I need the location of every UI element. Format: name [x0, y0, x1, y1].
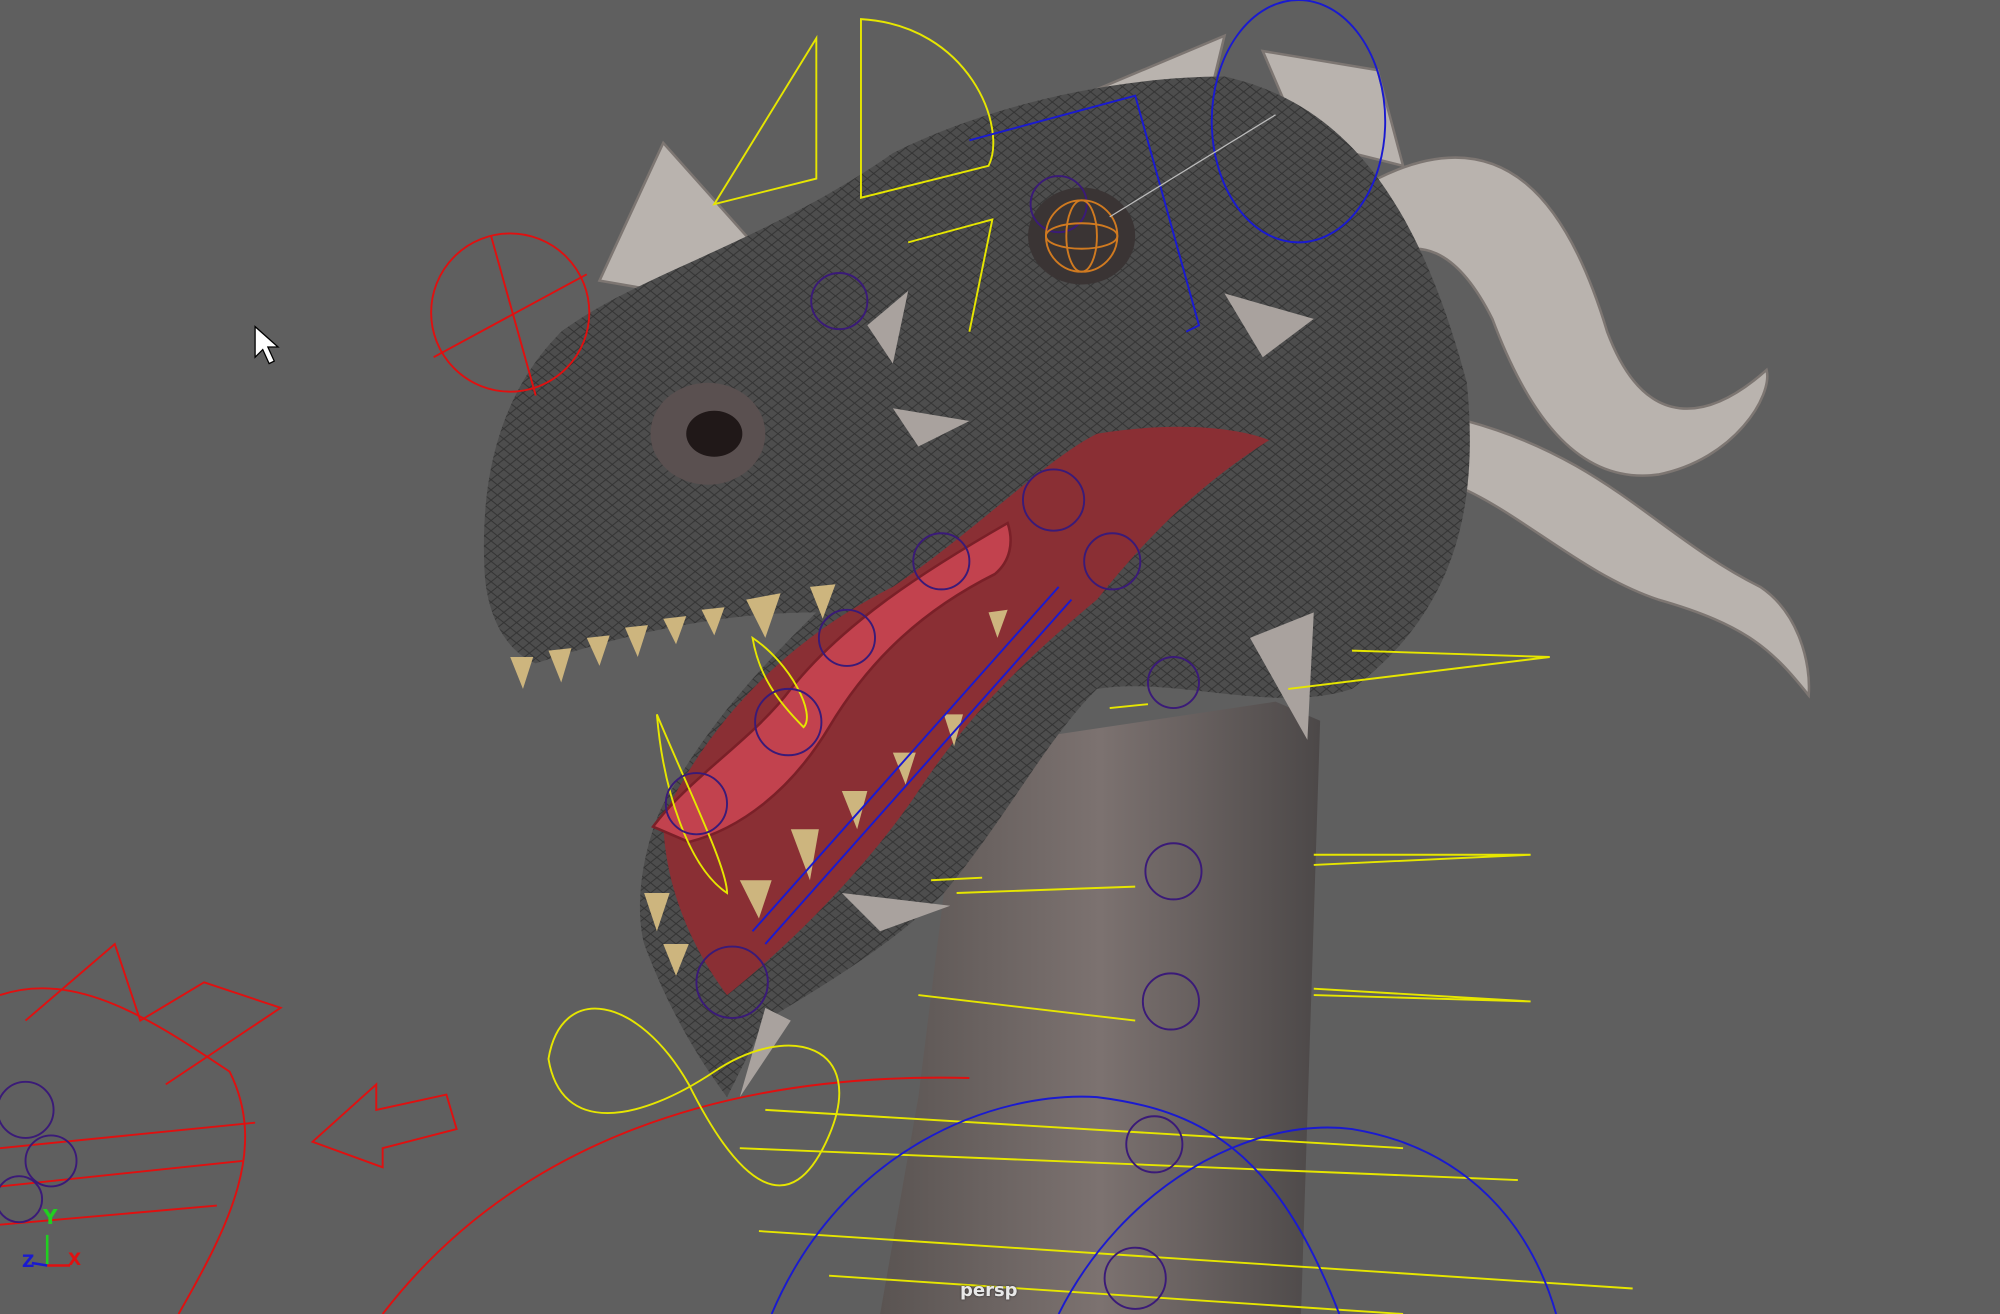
viewport-scene[interactable] — [0, 0, 2000, 1314]
mouse-cursor-icon — [254, 325, 280, 365]
axis-z-label: Z — [22, 1252, 35, 1272]
camera-label: persp — [960, 1280, 1018, 1301]
dragon-eye — [1028, 187, 1136, 285]
axis-x-label: X — [68, 1250, 82, 1270]
maya-viewport[interactable]: Y X Z persp — [0, 0, 2000, 1314]
axis-y-label: Y — [43, 1205, 58, 1229]
axis-gizmo — [31, 1234, 71, 1267]
